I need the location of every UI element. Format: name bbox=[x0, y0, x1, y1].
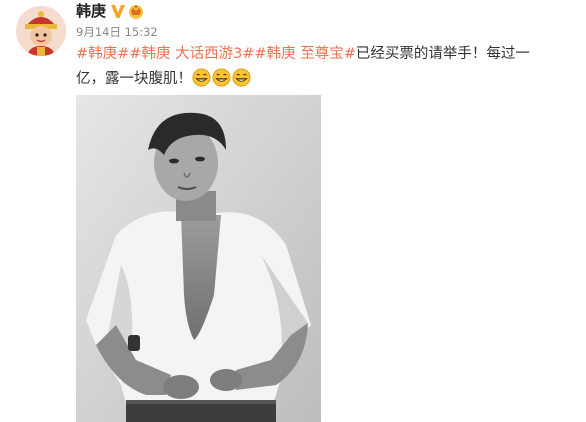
verified-v-icon bbox=[111, 5, 125, 18]
post-text: #韩庚##韩庚 大话西游3##韩庚 至尊宝#已经买票的请举手！每过一亿，露一块腹… bbox=[76, 42, 546, 92]
weibo-post: 韩庚 9月14日 15:32 #韩庚##韩庚 大话西游3##韩庚 至尊宝#已经买… bbox=[0, 0, 586, 422]
post-timestamp[interactable]: 9月14日 15:32 bbox=[76, 24, 158, 40]
username[interactable]: 韩庚 bbox=[76, 1, 106, 21]
avatar[interactable] bbox=[16, 6, 66, 56]
hashtag-link[interactable]: #韩庚 大话西游3# bbox=[129, 46, 254, 62]
hashtag-link[interactable]: #韩庚# bbox=[76, 46, 129, 62]
grin-emoji-icon bbox=[192, 68, 211, 87]
grin-emoji-icon bbox=[212, 68, 231, 87]
grin-emoji-icon bbox=[232, 68, 251, 87]
post-photo-image bbox=[76, 95, 321, 422]
hashtag-link[interactable]: #韩庚 至尊宝# bbox=[254, 46, 355, 62]
crown-icon[interactable] bbox=[127, 3, 145, 19]
post-photo[interactable] bbox=[76, 95, 321, 422]
avatar-cartoon-icon bbox=[16, 6, 66, 56]
